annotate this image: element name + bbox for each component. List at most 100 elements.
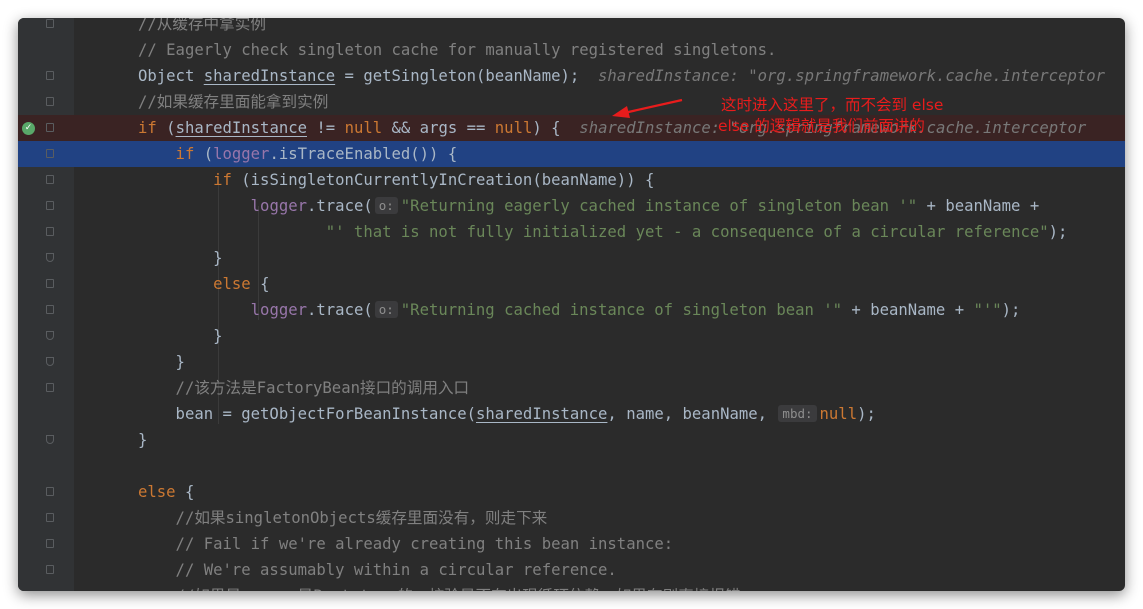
code-token: } — [138, 249, 223, 267]
code-line[interactable]: if (logger.isTraceEnabled()) { — [18, 141, 1125, 167]
code-token: ); — [1001, 301, 1021, 319]
code-line[interactable]: //如果是scope 是Prototype的，校验是否有出现循环依赖，如果有则直… — [18, 583, 1125, 591]
code-line[interactable]: //该方法是FactoryBean接口的调用入口 — [18, 375, 1125, 401]
code-token: (isSingletonCurrentlyInCreation(beanName… — [241, 171, 655, 189]
code-token: logger — [213, 145, 270, 163]
parameter-hint: o: — [374, 301, 398, 318]
code-token: ); — [857, 405, 876, 423]
code-line[interactable]: Object sharedInstance = getSingleton(bea… — [18, 63, 1125, 89]
code-token: if — [138, 171, 242, 189]
code-line[interactable]: } — [18, 349, 1125, 375]
code-line[interactable]: ✓ if (sharedInstance != null && args == n… — [18, 115, 1125, 141]
red-arrow-icon — [612, 98, 683, 118]
code-token: , name, beanName, — [607, 405, 777, 423]
fold-marker-icon[interactable] — [46, 97, 54, 106]
fold-marker-icon[interactable] — [46, 253, 54, 262]
code-token: ); — [1048, 223, 1068, 241]
code-token: sharedInstance — [203, 67, 336, 85]
code-line[interactable]: logger.trace(o: "Returning cached instanc… — [18, 297, 1125, 323]
code-token: ) { — [532, 119, 561, 137]
code-token: // Eagerly check singleton cache for man… — [138, 41, 777, 59]
code-token: else — [138, 275, 261, 293]
fold-marker-icon[interactable] — [46, 71, 54, 80]
code-line[interactable]: } — [18, 323, 1125, 349]
fold-marker-icon[interactable] — [46, 331, 54, 340]
fold-marker-icon[interactable] — [46, 513, 54, 522]
fold-marker-icon[interactable] — [46, 435, 54, 444]
code-token: Object — [138, 67, 204, 85]
code-text: if (isSingletonCurrentlyInCreation(beanN… — [138, 167, 654, 193]
code-line[interactable]: // Eagerly check singleton cache for man… — [18, 37, 1125, 63]
code-line[interactable]: // We're assumably within a circular ref… — [18, 557, 1125, 583]
fold-marker-icon[interactable] — [46, 539, 54, 548]
code-line[interactable]: "' that is not fully initialized yet - a… — [18, 219, 1125, 245]
code-text: if (logger.isTraceEnabled()) { — [138, 141, 458, 167]
code-line[interactable]: if (isSingletonCurrentlyInCreation(beanN… — [18, 167, 1125, 193]
code-token: //如果是scope 是Prototype的，校验是否有出现循环依赖，如果有则直… — [138, 587, 741, 591]
code-line[interactable]: //如果singletonObjects缓存里面没有，则走下来 — [18, 505, 1125, 531]
code-text: Object sharedInstance = getSingleton(bea… — [138, 63, 1105, 89]
code-text: bean = getObjectForBeanInstance(sharedIn… — [138, 401, 876, 427]
code-line[interactable]: else { — [18, 479, 1125, 505]
code-token: logger — [250, 197, 308, 215]
code-token: .trace( — [307, 197, 373, 215]
code-token: //从缓存中拿实例 — [138, 18, 266, 33]
fold-marker-icon[interactable] — [46, 565, 54, 574]
code-line[interactable]: else { — [18, 271, 1125, 297]
fold-marker-icon[interactable] — [46, 357, 54, 366]
code-token: "' that is not fully initialized yet - a… — [325, 223, 1049, 241]
fold-marker-icon[interactable] — [46, 19, 54, 28]
code-token: //如果缓存里面能拿到实例 — [138, 93, 329, 111]
code-line[interactable] — [18, 453, 1125, 479]
code-line[interactable]: logger.trace(o: "Returning eagerly cached… — [18, 193, 1125, 219]
code-text: } — [138, 323, 223, 349]
fold-marker-icon[interactable] — [46, 305, 54, 314]
code-text: //如果singletonObjects缓存里面没有，则走下来 — [138, 505, 548, 531]
fold-marker-icon[interactable] — [46, 487, 54, 496]
code-text: // Fail if we're already creating this b… — [138, 531, 674, 557]
code-line[interactable]: //从缓存中拿实例 — [18, 18, 1125, 37]
fold-marker-icon[interactable] — [46, 149, 54, 158]
parameter-hint: mbd: — [778, 405, 817, 422]
code-token: + beanName + — [842, 301, 974, 319]
code-text: } — [138, 427, 147, 453]
code-token: } — [138, 327, 223, 345]
code-text: //如果缓存里面能拿到实例 — [138, 89, 328, 115]
inline-value-hint: sharedInstance: "org.springframework.cac… — [579, 67, 1106, 85]
code-token: sharedInstance — [175, 119, 307, 137]
annotation-line-2: else 的逻辑就是我们前面讲的 — [718, 117, 925, 135]
code-token: } — [138, 353, 185, 371]
code-token: // Fail if we're already creating this b… — [138, 535, 674, 553]
fold-marker-icon[interactable] — [46, 383, 54, 392]
code-line[interactable]: // Fail if we're already creating this b… — [18, 531, 1125, 557]
fold-marker-icon[interactable] — [46, 279, 54, 288]
code-text: // Eagerly check singleton cache for man… — [138, 37, 776, 63]
code-token: "'" — [973, 301, 1002, 319]
code-line[interactable]: bean = getObjectForBeanInstance(sharedIn… — [18, 401, 1125, 427]
code-token: ( — [166, 119, 176, 137]
fold-marker-icon[interactable] — [46, 175, 54, 184]
code-token: .isTraceEnabled()) { — [269, 145, 458, 163]
code-token: { — [184, 483, 195, 501]
code-token: ( — [203, 145, 214, 163]
fold-marker-icon[interactable] — [46, 201, 54, 210]
parameter-hint: o: — [374, 197, 398, 214]
code-token: } — [138, 431, 148, 449]
code-token: else — [138, 483, 185, 501]
code-text: } — [138, 349, 185, 375]
code-line[interactable]: } — [18, 427, 1125, 453]
code-text: logger.trace(o: "Returning eagerly cached… — [138, 193, 1039, 219]
fold-marker-icon[interactable] — [46, 227, 54, 236]
code-token: { — [260, 275, 270, 293]
code-token: if — [138, 119, 167, 137]
code-line[interactable]: } — [18, 245, 1125, 271]
code-token: null — [344, 119, 383, 137]
code-text: // We're assumably within a circular ref… — [138, 557, 617, 583]
code-editor-window: //从缓存中拿实例 // Eagerly check singleton cach… — [18, 18, 1125, 591]
code-token: && args == — [382, 119, 495, 137]
code-token: "Returning cached instance of singleton … — [400, 301, 843, 319]
code-line[interactable]: //如果缓存里面能拿到实例 — [18, 89, 1125, 115]
check-breakpoint-icon[interactable]: ✓ — [22, 122, 35, 135]
fold-marker-icon[interactable] — [46, 123, 54, 132]
code-text: //如果是scope 是Prototype的，校验是否有出现循环依赖，如果有则直… — [138, 583, 741, 591]
